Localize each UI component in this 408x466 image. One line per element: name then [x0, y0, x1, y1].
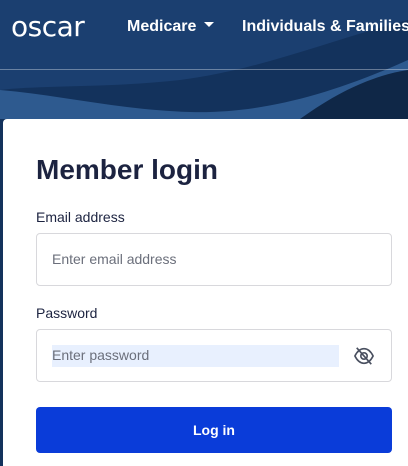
nav-medicare-label: Medicare	[127, 18, 197, 35]
login-button[interactable]: Log in	[36, 407, 392, 453]
email-label: Email address	[36, 209, 125, 225]
nav-individuals-families[interactable]: Individuals & Families	[242, 18, 408, 36]
nav-medicare[interactable]: Medicare	[127, 18, 215, 36]
eye-slash-icon[interactable]	[353, 346, 375, 366]
password-label: Password	[36, 305, 98, 321]
email-field[interactable]: Enter email address	[36, 233, 392, 286]
oscar-logo[interactable]: oscar	[11, 10, 85, 43]
page-title: Member login	[36, 154, 219, 185]
password-placeholder: Enter password	[52, 347, 150, 363]
password-field[interactable]: Enter password	[36, 329, 392, 382]
email-placeholder: Enter email address	[52, 251, 177, 267]
nav-divider	[0, 69, 408, 70]
chevron-down-icon	[204, 22, 215, 28]
